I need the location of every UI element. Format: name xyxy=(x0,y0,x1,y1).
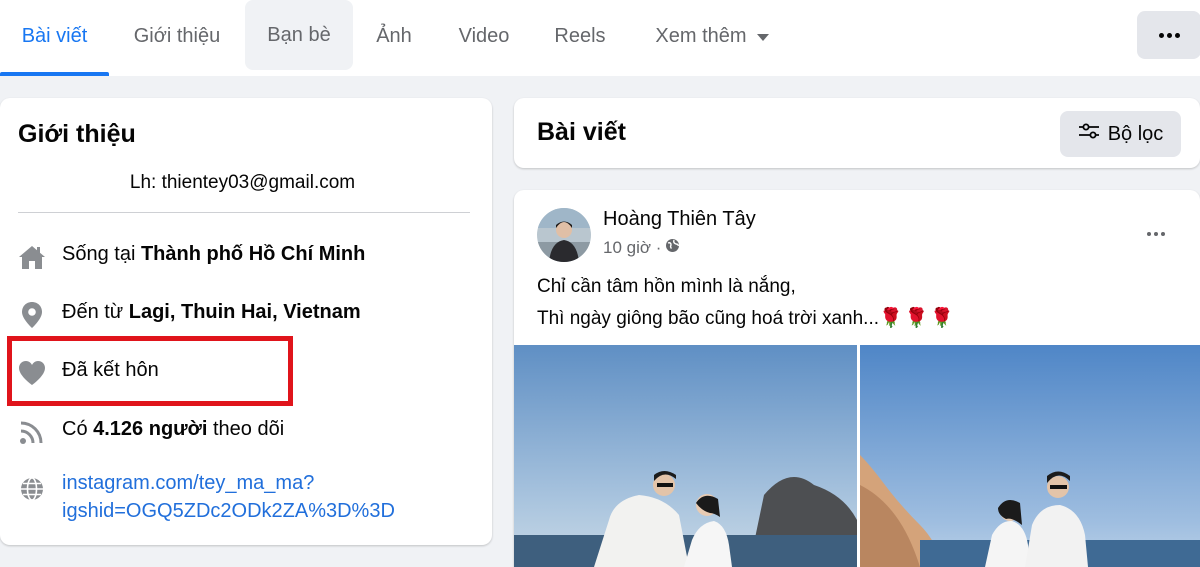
tab-videos[interactable]: Video xyxy=(435,0,533,72)
info-from: Đến từ Lagi, Thuin Hai, Vietnam xyxy=(18,301,361,329)
ellipsis-icon xyxy=(1158,32,1180,38)
tab-friends[interactable]: Bạn bè xyxy=(245,0,353,70)
public-globe-icon xyxy=(665,238,680,258)
post-ellipsis-icon xyxy=(1147,232,1165,236)
highlight-annotation-box xyxy=(7,336,293,406)
followers-count-link[interactable]: 4.126 người xyxy=(93,418,207,440)
more-options-button[interactable] xyxy=(1137,11,1200,59)
lives-prefix: Sống tại xyxy=(62,243,141,265)
tab-photos[interactable]: Ảnh xyxy=(353,0,435,72)
author-avatar[interactable] xyxy=(537,208,591,262)
instagram-link-line2: igshid=OGQ5ZDc2ODk2ZA%3D%3D xyxy=(62,500,395,522)
tab-see-more[interactable]: Xem thêm xyxy=(627,0,797,72)
tab-reels-label: Reels xyxy=(554,24,606,47)
intro-divider xyxy=(18,212,470,213)
post-meta: 10 giờ · xyxy=(603,238,680,258)
tab-videos-label: Video xyxy=(458,24,510,47)
caret-down-icon xyxy=(756,33,769,41)
tab-posts[interactable]: Bài viết xyxy=(0,0,109,72)
from-place-link[interactable]: Lagi, Thuin Hai, Vietnam xyxy=(129,301,361,323)
filter-button[interactable]: Bộ lọc xyxy=(1060,111,1181,157)
followers-suffix: theo dõi xyxy=(207,418,285,440)
lives-city-link[interactable]: Thành phố Hồ Chí Minh xyxy=(141,243,365,265)
intro-bio: Lh: thientey03@gmail.com xyxy=(129,172,356,193)
tab-posts-label: Bài viết xyxy=(21,24,88,47)
post-photo-1[interactable] xyxy=(514,345,857,567)
rss-feed-icon xyxy=(18,418,46,446)
active-tab-indicator xyxy=(0,72,109,76)
tab-friends-label: Bạn bè xyxy=(267,23,331,46)
tab-about[interactable]: Giới thiệu xyxy=(109,0,245,72)
filter-button-label: Bộ lọc xyxy=(1107,122,1164,145)
globe-icon xyxy=(18,475,46,503)
intro-title: Giới thiệu xyxy=(18,120,136,148)
rose-emoji-icon: 🌹🌹🌹 xyxy=(879,308,957,329)
post-text-line1: Chỉ cần tâm hồn mình là nắng, xyxy=(537,276,796,297)
instagram-link-line1: instagram.com/tey_ma_ma? xyxy=(62,472,315,494)
home-icon xyxy=(18,243,46,271)
profile-tab-bar: Bài viết Giới thiệu Bạn bè Ảnh Video Ree… xyxy=(0,0,1200,76)
post-options-button[interactable] xyxy=(1141,219,1171,249)
instagram-link[interactable]: instagram.com/tey_ma_ma? igshid=OGQ5ZDc2O… xyxy=(62,469,395,525)
filter-sliders-icon xyxy=(1078,122,1100,146)
post-text-line2-text: Thì ngày giông bão cũng hoá trời xanh... xyxy=(537,308,880,329)
tab-about-label: Giới thiệu xyxy=(133,24,221,47)
author-name[interactable]: Hoàng Thiên Tây xyxy=(603,208,756,231)
info-lives-in: Sống tại Thành phố Hồ Chí Minh xyxy=(18,243,365,271)
from-prefix: Đến từ xyxy=(62,301,129,323)
post-text-line2: Thì ngày giông bão cũng hoá trời xanh...… xyxy=(537,306,956,330)
info-followers: Có 4.126 người theo dõi xyxy=(18,418,284,446)
followers-prefix: Có xyxy=(62,418,94,440)
location-pin-icon xyxy=(18,301,46,329)
post-photo-2[interactable] xyxy=(860,345,1200,567)
tab-see-more-label: Xem thêm xyxy=(655,24,747,47)
posts-title: Bài viết xyxy=(537,118,626,146)
post-timestamp[interactable]: 10 giờ · xyxy=(603,238,661,258)
tab-photos-label: Ảnh xyxy=(376,24,412,47)
info-website: instagram.com/tey_ma_ma? igshid=OGQ5ZDc2O… xyxy=(18,469,395,525)
tab-reels[interactable]: Reels xyxy=(533,0,627,72)
